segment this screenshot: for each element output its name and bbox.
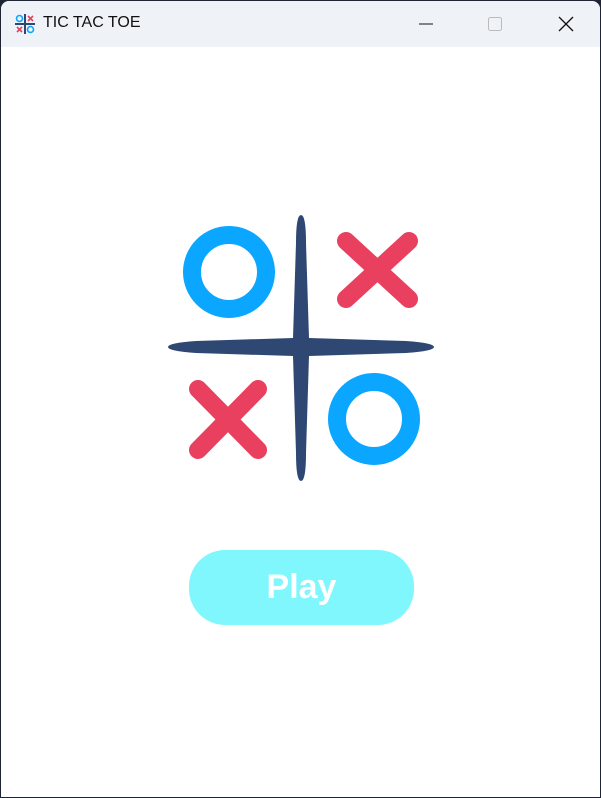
window-title: TIC TAC TOE: [43, 14, 141, 31]
x-mark-icon: [337, 232, 418, 308]
play-button[interactable]: Play: [189, 550, 414, 625]
minimize-icon: [419, 23, 433, 25]
app-icon: [15, 14, 35, 34]
close-icon: [558, 16, 574, 32]
app-window: TIC TAC TOE Play: [1, 1, 600, 797]
maximize-button[interactable]: [472, 1, 518, 47]
tic-tac-toe-logo: [168, 215, 434, 481]
title-bar: TIC TAC TOE: [1, 1, 600, 47]
close-button[interactable]: [543, 1, 589, 47]
minimize-button[interactable]: [403, 1, 449, 47]
o-mark-icon: [183, 226, 275, 318]
x-mark-icon: [189, 380, 267, 459]
o-mark-icon: [328, 373, 420, 465]
maximize-icon: [488, 17, 502, 31]
